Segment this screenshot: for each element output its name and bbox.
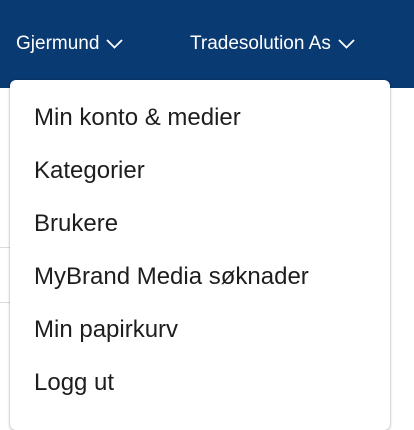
menu-item-my-account-media[interactable]: Min konto & medier [34, 102, 241, 134]
user-dropdown-menu: Min konto & medier Kategorier Brukere My… [10, 80, 390, 430]
menu-item-users[interactable]: Brukere [34, 208, 118, 240]
top-navigation-bar: Gjermund Tradesolution As [0, 0, 414, 88]
organization-menu-toggle[interactable]: Tradesolution As [190, 30, 355, 58]
user-menu-label: Gjermund [16, 33, 100, 54]
chevron-down-icon [338, 39, 355, 49]
menu-item-recycle-bin[interactable]: Min papirkurv [34, 314, 178, 346]
chevron-down-icon [106, 39, 124, 49]
menu-item-log-out[interactable]: Logg ut [34, 367, 114, 399]
user-menu-toggle[interactable]: Gjermund [16, 30, 124, 58]
background-divider [0, 302, 10, 303]
menu-item-categories[interactable]: Kategorier [34, 155, 145, 187]
menu-item-mybrand-media-applications[interactable]: MyBrand Media søknader [34, 261, 309, 293]
background-divider [0, 247, 10, 248]
organization-menu-label: Tradesolution As [190, 33, 331, 54]
